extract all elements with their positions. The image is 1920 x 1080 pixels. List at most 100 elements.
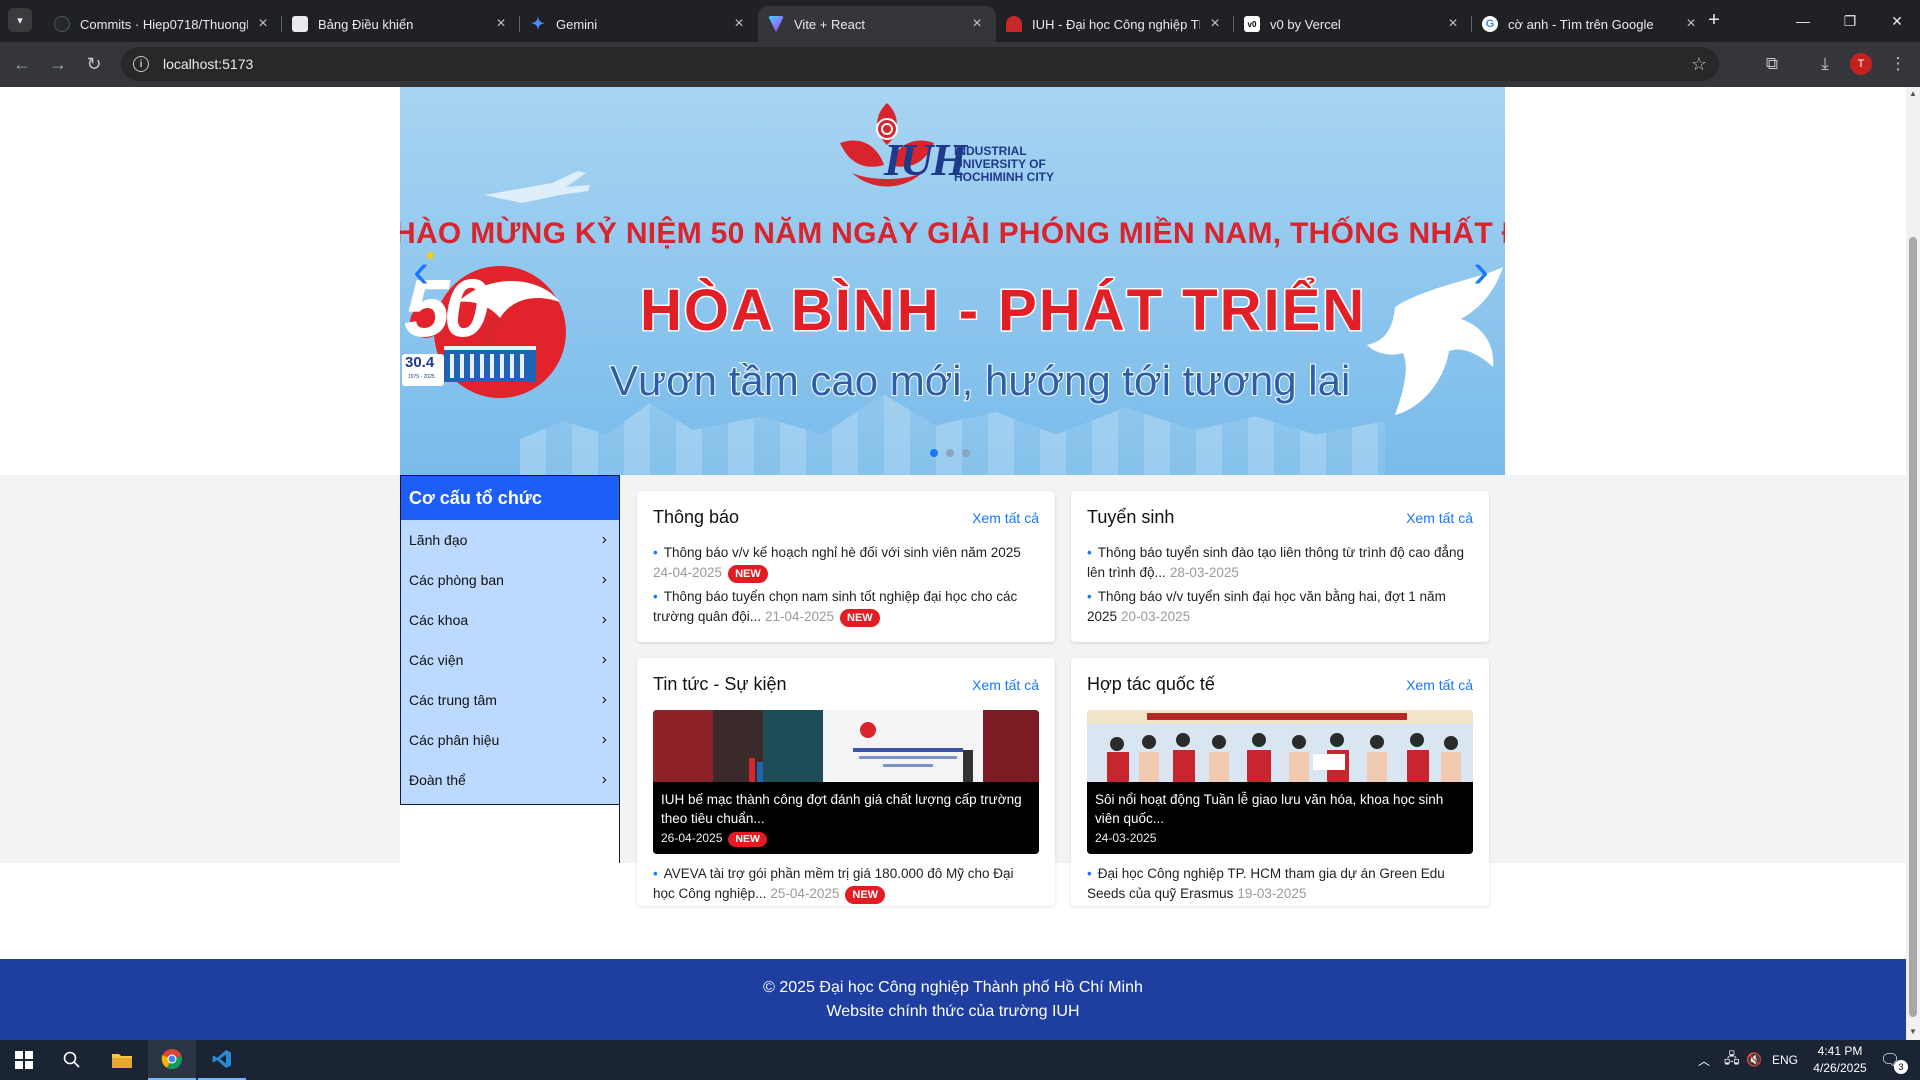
featured-news-caption: Sôi nổi hoạt động Tuần lễ giao lưu văn h… [1087, 782, 1473, 854]
carousel-prev-button[interactable]: ‹ [406, 247, 436, 297]
news-date: 20-03-2025 [1121, 609, 1191, 624]
years-label: 1975 - 2025 [408, 374, 435, 380]
sidebar-item-phong-ban[interactable]: Các phòng ban › [401, 560, 619, 600]
bullet-icon: • [653, 545, 658, 560]
chevron-right-icon: › [601, 571, 607, 588]
list-item[interactable]: • Thông báo v/v kế hoạch nghỉ hè đối với … [653, 543, 1039, 583]
new-tab-button[interactable]: + [1702, 8, 1726, 32]
bookmark-star-icon[interactable]: ☆ [1691, 54, 1707, 75]
list-item[interactable]: • AVEVA tài trợ gói phần mềm trị giá 180.… [653, 864, 1039, 904]
address-bar[interactable]: i localhost:5173 ☆ [121, 47, 1719, 81]
footer-subtitle: Website chính thức của trường IUH [826, 1003, 1080, 1020]
bullet-icon: • [1087, 545, 1092, 560]
bullet-icon: • [653, 866, 658, 881]
tab-dashboard[interactable]: Bảng Điều khiển × [282, 6, 520, 42]
tab-github[interactable]: Commits · Hiep0718/ThuongKy × [44, 6, 282, 42]
sidebar-item-vien[interactable]: Các viện › [401, 640, 619, 680]
sidebar-item-trung-tam[interactable]: Các trung tâm › [401, 680, 619, 720]
view-all-link[interactable]: Xem tất cả [1406, 677, 1473, 693]
view-all-link[interactable]: Xem tất cả [1406, 510, 1473, 526]
back-button[interactable]: ← [8, 50, 36, 78]
sidebar-item-khoa[interactable]: Các khoa › [401, 600, 619, 640]
carousel-dot[interactable] [946, 449, 954, 457]
profile-avatar[interactable]: T [1850, 53, 1872, 75]
close-icon[interactable]: × [968, 15, 986, 33]
google-icon: G [1482, 16, 1498, 32]
restore-button[interactable]: ❐ [1827, 0, 1873, 42]
international-cooperation-card: Hợp tác quốc tế Xem tất cả Sôi nổi hoạt … [1071, 658, 1489, 906]
news-list: • Thông báo v/v kế hoạch nghỉ hè đối với … [653, 543, 1039, 631]
language-indicator[interactable]: ENG [1772, 1040, 1798, 1080]
featured-news[interactable]: Sôi nổi hoạt động Tuần lễ giao lưu văn h… [1087, 710, 1473, 854]
close-icon[interactable]: × [730, 15, 748, 33]
banner-carousel: IUH INDUSTRIAL UNIVERSITY OF HOCHIMINH C… [400, 87, 1505, 475]
tab-search-button[interactable]: ▾ [8, 8, 32, 32]
show-hidden-icons-button[interactable]: ︿ [1698, 1040, 1710, 1080]
tab-v0[interactable]: v0 v0 by Vercel × [1234, 6, 1472, 42]
tab-title: Commits · Hiep0718/ThuongKy [80, 16, 248, 32]
news-title: Sôi nổi hoạt động Tuần lễ giao lưu văn h… [1095, 792, 1444, 826]
featured-news-image [653, 710, 1039, 782]
start-button[interactable] [0, 1040, 48, 1080]
tab-iuh[interactable]: IUH - Đại học Công nghiệp TP.HCM × [996, 6, 1234, 42]
carousel-next-button[interactable]: › [1466, 247, 1496, 297]
chrome-icon[interactable] [148, 1040, 196, 1080]
page-footer: © 2025 Đại học Công nghiệp Thành phố Hồ … [0, 959, 1906, 1040]
file-explorer-icon[interactable] [98, 1040, 146, 1080]
tab-vite-react[interactable]: Vite + React × [758, 6, 996, 42]
logo-mark: IUH [884, 134, 967, 185]
search-icon[interactable] [48, 1040, 96, 1080]
url-text: localhost:5173 [163, 56, 254, 72]
page-scrollbar[interactable]: ▲ ▼ [1906, 87, 1920, 1040]
logo-text: INDUSTRIAL UNIVERSITY OF HOCHIMINH CITY [954, 145, 1054, 184]
volume-muted-icon[interactable]: 🔇 [1746, 1040, 1762, 1080]
list-item[interactable]: • Thông báo tuyển sinh đào tạo liên thông… [1087, 543, 1473, 583]
card-title: Hợp tác quốc tế [1087, 674, 1215, 694]
close-icon[interactable]: × [1682, 15, 1700, 33]
vscode-icon[interactable] [198, 1040, 246, 1080]
view-all-link[interactable]: Xem tất cả [972, 510, 1039, 526]
bullet-icon: • [653, 589, 658, 604]
sidebar-item-lanh-dao[interactable]: Lãnh đạo › [401, 520, 619, 560]
close-icon[interactable]: × [492, 15, 510, 33]
featured-news-caption: IUH bế mạc thành công đợt đánh giá chất … [653, 782, 1039, 854]
close-icon[interactable]: × [254, 15, 272, 33]
featured-news[interactable]: IUH bế mạc thành công đợt đánh giá chất … [653, 710, 1039, 854]
carousel-dot[interactable] [962, 449, 970, 457]
card-title: Tuyển sinh [1087, 507, 1175, 527]
bullet-icon: • [1087, 589, 1092, 604]
carousel-dot[interactable] [930, 449, 938, 457]
network-icon[interactable]: 🖧 [1724, 1040, 1740, 1080]
minimize-button[interactable]: — [1780, 0, 1826, 42]
sidebar-item-phan-hieu[interactable]: Các phân hiệu › [401, 720, 619, 760]
tab-google[interactable]: G cờ anh - Tìm trên Google × [1472, 6, 1710, 42]
forward-button[interactable]: → [44, 50, 72, 78]
scrollbar-thumb[interactable] [1909, 237, 1917, 1017]
menu-icon[interactable]: ⋮ [1886, 52, 1910, 76]
new-badge: NEW [728, 565, 768, 583]
admissions-card: Tuyển sinh Xem tất cả • Thông báo tuyển s… [1071, 491, 1489, 642]
list-item[interactable]: • Đại học Công nghiệp TP. HCM tham gia dự… [1087, 864, 1473, 904]
extensions-icon[interactable]: ⧉ [1760, 52, 1784, 76]
tab-title: v0 by Vercel [1270, 16, 1341, 32]
list-item[interactable]: • Thông báo v/v tuyển sinh đại học văn bằ… [1087, 587, 1473, 627]
scroll-down-arrow-icon[interactable]: ▼ [1909, 1027, 1917, 1036]
scroll-up-arrow-icon[interactable]: ▲ [1909, 89, 1917, 98]
close-icon[interactable]: × [1444, 15, 1462, 33]
list-item[interactable]: • Thông báo tuyển chọn nam sinh tốt nghiệ… [653, 587, 1039, 627]
site-info-icon[interactable]: i [133, 56, 149, 72]
sidebar-item-label: Các phòng ban [409, 572, 504, 588]
reload-button[interactable]: ↻ [80, 50, 108, 78]
news-date: 28-03-2025 [1169, 565, 1239, 580]
view-all-link[interactable]: Xem tất cả [972, 677, 1039, 693]
system-clock[interactable]: 4:41 PM 4/26/2025 [1800, 1043, 1880, 1077]
clock-date: 4/26/2025 [1813, 1061, 1867, 1075]
document-icon [292, 16, 308, 32]
close-window-button[interactable]: ✕ [1874, 0, 1920, 42]
news-title: IUH bế mạc thành công đợt đánh giá chất … [661, 792, 1022, 826]
tab-gemini[interactable]: ✦ Gemini × [520, 6, 758, 42]
close-icon[interactable]: × [1206, 15, 1224, 33]
download-icon[interactable]: ⤓ [1813, 52, 1837, 76]
sidebar-item-doan-the[interactable]: Đoàn thể › [401, 760, 619, 800]
page-viewport: IUH INDUSTRIAL UNIVERSITY OF HOCHIMINH C… [0, 87, 1920, 1040]
